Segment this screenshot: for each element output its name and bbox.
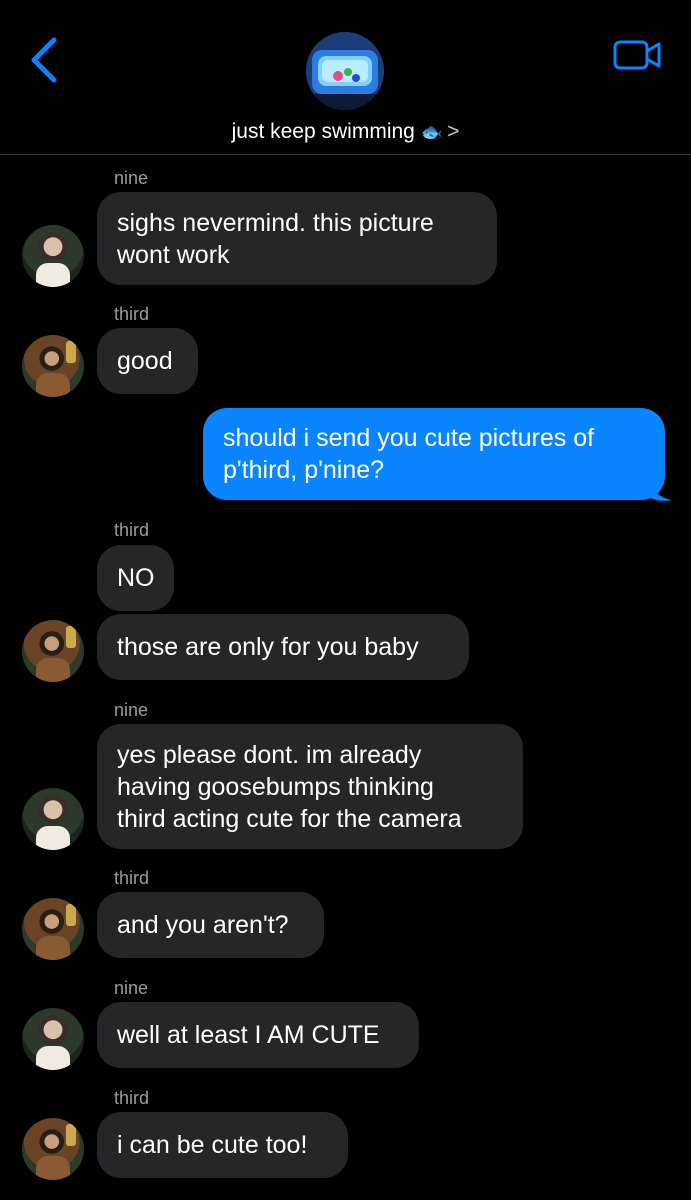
group-avatar[interactable] [306,32,384,110]
avatar[interactable] [22,788,84,850]
message-line: p'third, p'nine? [223,456,385,484]
avatar[interactable] [22,1118,84,1180]
message-line: and you aren't? [117,911,289,939]
avatar[interactable] [22,225,84,287]
message-bubble[interactable]: NO [97,545,174,611]
avatar[interactable] [22,335,84,397]
fish-emoji: 🐟 [420,122,444,142]
sender-label: third [114,868,150,888]
avatar[interactable] [22,620,84,682]
message-line: should i send you cute pictures of [223,424,595,452]
video-camera-icon[interactable] [612,38,662,72]
sender-label: nine [114,978,149,998]
message-line: wont work [117,241,230,269]
message-bubble[interactable]: yes please dont. im already having goose… [97,724,523,849]
chevron-left-icon[interactable] [26,36,62,84]
message-line: those are only for you baby [117,633,419,661]
message-bubble[interactable]: sighs nevermind. this picture wont work [97,192,497,285]
message-bubble[interactable]: i can be cute too! [97,1112,348,1178]
message-line: having goosebumps thinking [117,773,434,801]
message-line: third acting cute for the camera [117,805,462,833]
sender-label: third [114,1088,150,1108]
sender-label: third [114,520,150,540]
message-line: i can be cute too! [117,1131,308,1159]
message-line: sighs nevermind. this picture [117,209,434,237]
message-line: yes please dont. im already [117,741,422,769]
group-name-text: just keep swimming [231,120,415,143]
message-bubble[interactable]: well at least I AM CUTE [97,1002,419,1068]
message-line: NO [117,564,155,592]
message-bubble[interactable]: and you aren't? [97,892,324,958]
message-bubble[interactable]: good [97,328,198,394]
group-name[interactable]: just keep swimming 🐟 > [0,120,691,144]
sender-label: nine [114,168,149,188]
bubble-tail [648,476,672,501]
conversation-header: just keep swimming 🐟 > [0,0,691,155]
message-bubble[interactable]: those are only for you baby [97,614,469,680]
avatar[interactable] [22,898,84,960]
sender-label: nine [114,700,149,720]
message-bubble-outgoing[interactable]: should i send you cute pictures of p'thi… [203,408,665,500]
header-divider [0,154,691,155]
chevron-right-icon: > [447,120,460,143]
avatar[interactable] [22,1008,84,1070]
message-line: well at least I AM CUTE [117,1021,380,1049]
pool-image-icon [306,32,384,110]
sender-label: third [114,304,150,324]
message-line: good [117,347,173,375]
